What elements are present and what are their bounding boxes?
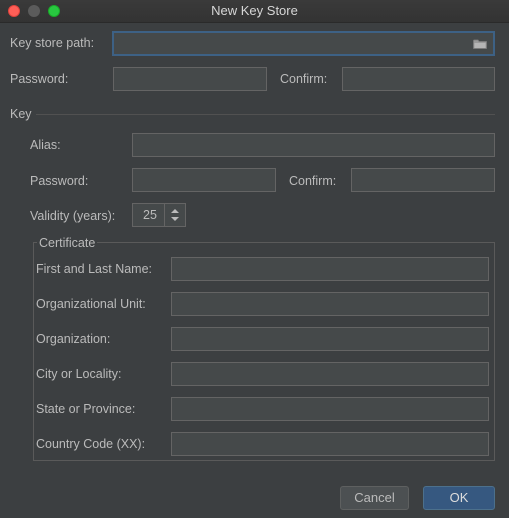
folder-icon[interactable] [473, 39, 487, 49]
organization-label: Organization: [36, 332, 111, 346]
key-section-label: Key [10, 107, 32, 121]
validity-stepper-arrows[interactable] [164, 204, 185, 226]
key-password-label: Password: [30, 174, 89, 188]
keystore-password-label: Password: [10, 72, 69, 86]
alias-field[interactable] [132, 133, 495, 157]
country-code-field[interactable] [171, 432, 489, 456]
organizational-unit-label: Organizational Unit: [36, 297, 146, 311]
new-key-store-dialog: New Key Store Key store path: Password: … [0, 0, 509, 518]
first-last-name-label: First and Last Name: [36, 262, 153, 276]
city-locality-field[interactable] [171, 362, 489, 386]
key-confirm-label: Confirm: [289, 174, 337, 188]
title-bar: New Key Store [0, 0, 509, 23]
cancel-button[interactable]: Cancel [340, 486, 409, 510]
validity-value[interactable]: 25 [143, 208, 157, 222]
organizational-unit-field[interactable] [171, 292, 489, 316]
key-store-path-label: Key store path: [10, 36, 95, 50]
organization-field[interactable] [171, 327, 489, 351]
keystore-password-field[interactable] [113, 67, 267, 91]
certificate-group-title: Certificate [37, 236, 98, 250]
key-section-divider [36, 114, 495, 115]
validity-stepper[interactable]: 25 [132, 203, 186, 227]
keystore-confirm-label: Confirm: [280, 72, 328, 86]
window-title: New Key Store [211, 3, 298, 18]
key-store-path-input[interactable] [112, 31, 495, 56]
key-confirm-field[interactable] [351, 168, 495, 192]
first-last-name-field[interactable] [171, 257, 489, 281]
key-password-field[interactable] [132, 168, 276, 192]
city-locality-label: City or Locality: [36, 367, 122, 381]
up-down-arrows-icon[interactable] [165, 204, 185, 226]
validity-label: Validity (years): [30, 209, 116, 223]
state-province-label: State or Province: [36, 402, 136, 416]
alias-label: Alias: [30, 138, 61, 152]
keystore-confirm-field[interactable] [342, 67, 495, 91]
state-province-field[interactable] [171, 397, 489, 421]
ok-button[interactable]: OK [423, 486, 495, 510]
country-code-label: Country Code (XX): [36, 437, 146, 451]
